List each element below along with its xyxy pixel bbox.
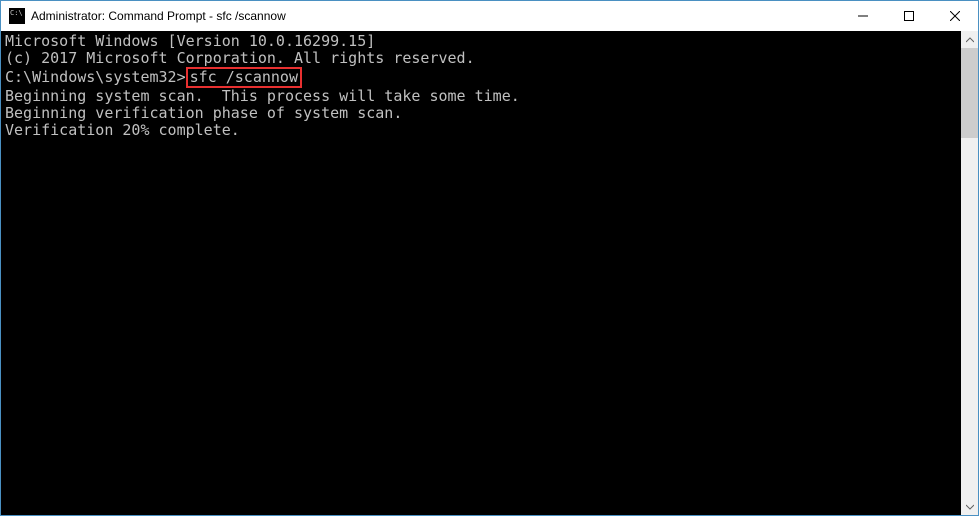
prompt-line: C:\Windows\system32>sfc /scannow bbox=[5, 67, 961, 88]
command-prompt-window: Administrator: Command Prompt - sfc /sca… bbox=[0, 0, 979, 516]
content-area: Microsoft Windows [Version 10.0.16299.15… bbox=[1, 31, 978, 515]
titlebar[interactable]: Administrator: Command Prompt - sfc /sca… bbox=[1, 1, 978, 31]
scroll-up-button[interactable] bbox=[961, 31, 978, 48]
close-icon bbox=[950, 11, 960, 21]
command-highlight: sfc /scannow bbox=[186, 67, 302, 88]
output-line: Beginning system scan. This process will… bbox=[5, 88, 961, 105]
output-line: (c) 2017 Microsoft Corporation. All righ… bbox=[5, 50, 961, 67]
output-line: Microsoft Windows [Version 10.0.16299.15… bbox=[5, 33, 961, 50]
output-line: Verification 20% complete. bbox=[5, 122, 961, 139]
close-button[interactable] bbox=[932, 1, 978, 31]
output-line: Beginning verification phase of system s… bbox=[5, 105, 961, 122]
minimize-button[interactable] bbox=[840, 1, 886, 31]
vertical-scrollbar[interactable] bbox=[961, 31, 978, 515]
scroll-down-button[interactable] bbox=[961, 498, 978, 515]
cmd-icon bbox=[9, 8, 25, 24]
maximize-button[interactable] bbox=[886, 1, 932, 31]
chevron-down-icon bbox=[966, 503, 974, 511]
window-controls bbox=[840, 1, 978, 31]
maximize-icon bbox=[904, 11, 914, 21]
terminal-output[interactable]: Microsoft Windows [Version 10.0.16299.15… bbox=[1, 31, 961, 515]
minimize-icon bbox=[858, 11, 868, 21]
scroll-thumb[interactable] bbox=[961, 48, 978, 138]
window-title: Administrator: Command Prompt - sfc /sca… bbox=[31, 9, 840, 23]
prompt-path: C:\Windows\system32> bbox=[5, 68, 186, 86]
chevron-up-icon bbox=[966, 36, 974, 44]
scroll-track[interactable] bbox=[961, 48, 978, 498]
